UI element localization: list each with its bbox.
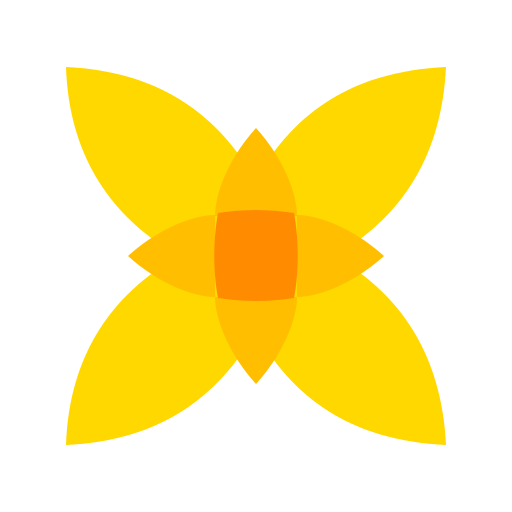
logo-canvas <box>0 0 512 512</box>
four-petal-flower-icon <box>66 67 446 445</box>
flower-center <box>214 210 298 301</box>
